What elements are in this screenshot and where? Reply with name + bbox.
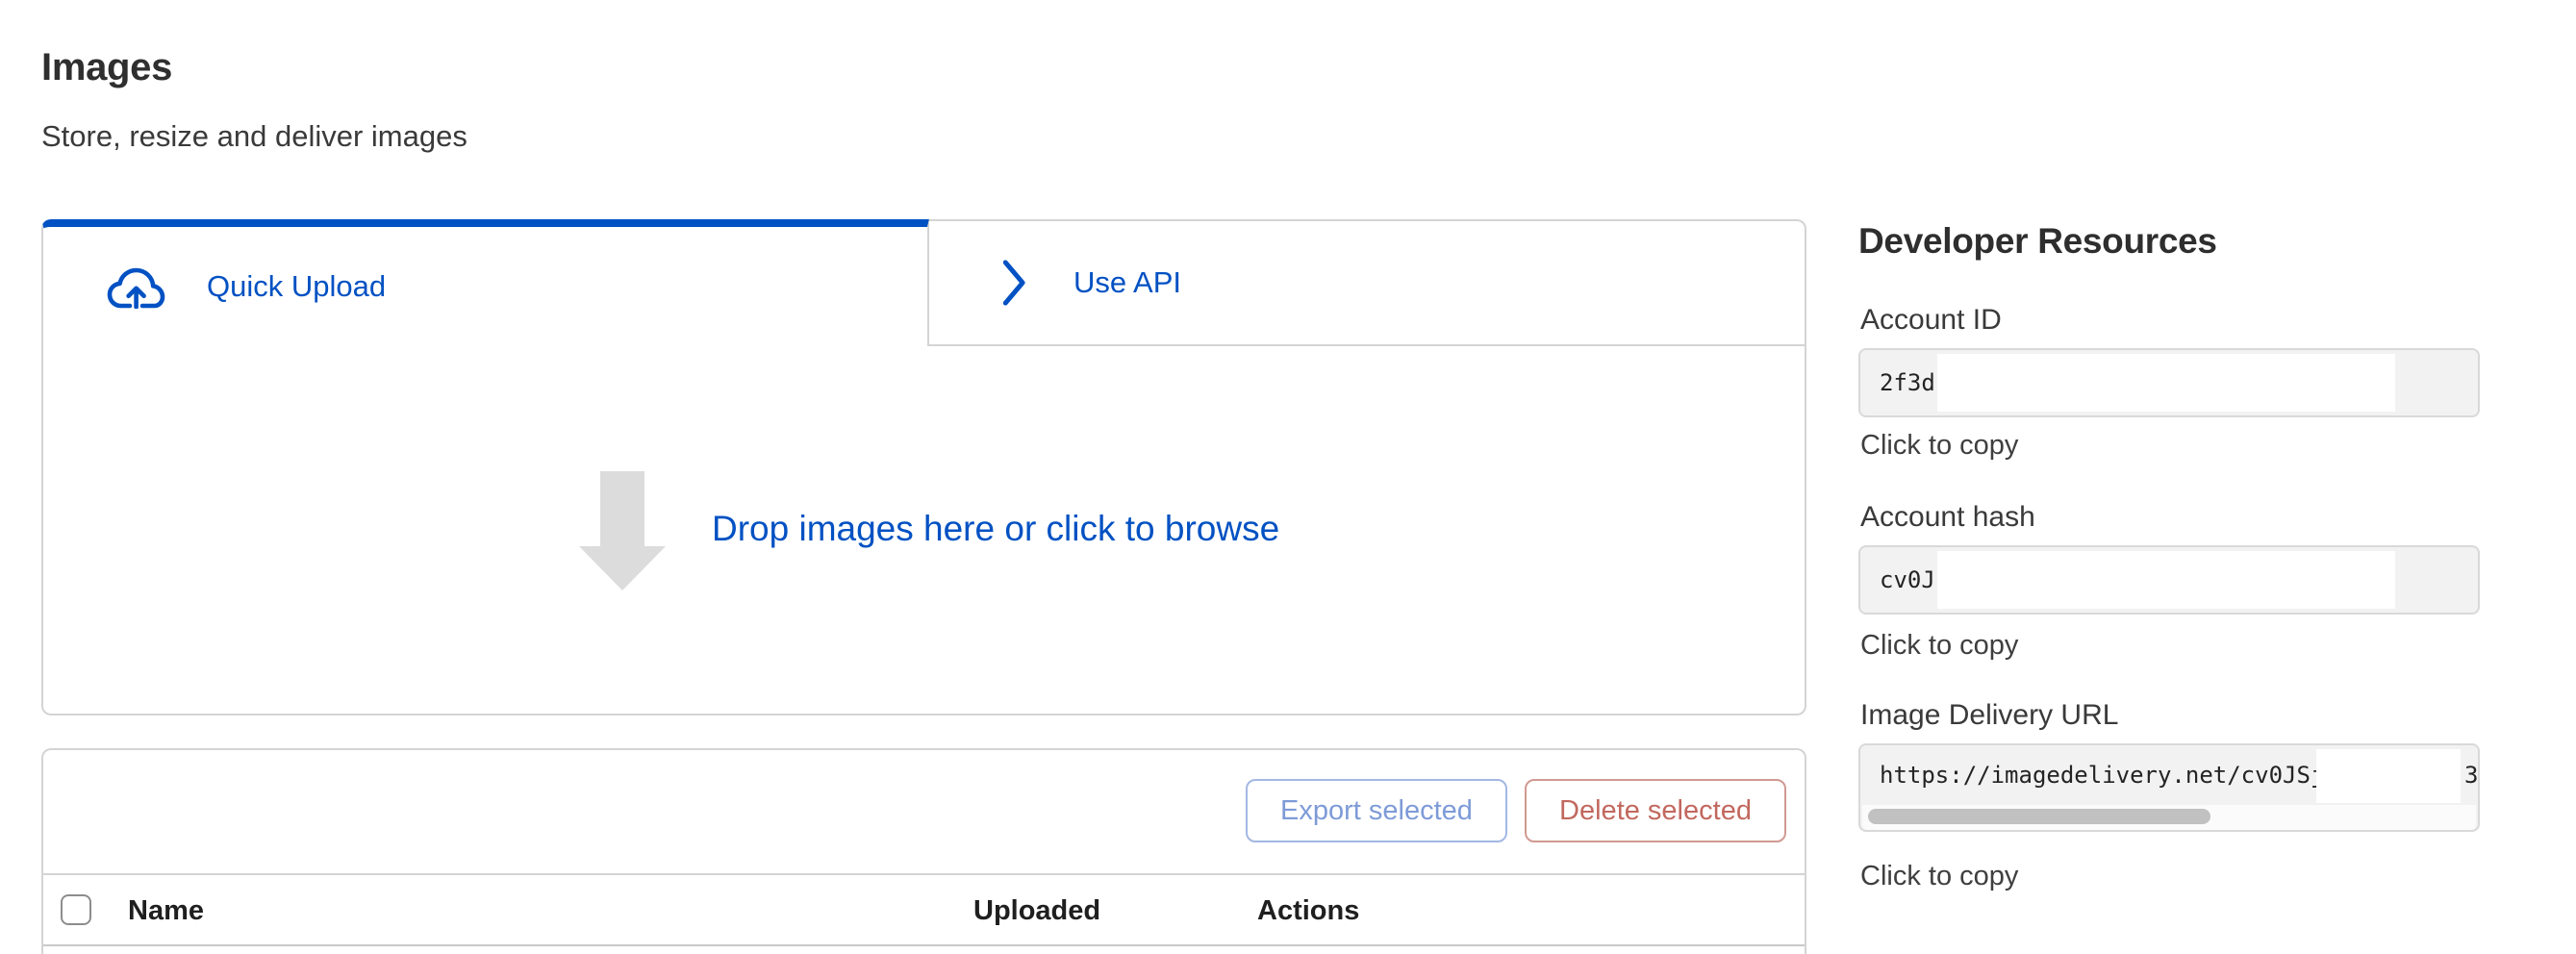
column-header-name: Name — [128, 894, 204, 927]
column-header-uploaded: Uploaded — [973, 894, 1100, 927]
image-delivery-url-label: Image Delivery URL — [1860, 699, 2118, 732]
account-hash-value: cv0J — [1880, 566, 1935, 593]
images-dashboard-page: Images Store, resize and deliver images … — [0, 0, 2576, 954]
delete-selected-button[interactable]: Delete selected — [1525, 779, 1786, 842]
images-table-card: Export selected Delete selected Name Upl… — [41, 748, 1806, 954]
tab-use-api[interactable]: Use API — [929, 219, 1806, 346]
url-scrollbar-thumb[interactable] — [1868, 809, 2210, 824]
table-header-row: Name Uploaded Actions — [43, 875, 1805, 946]
image-delivery-url-redaction-overlay — [2316, 749, 2461, 803]
account-id-copy-hint: Click to copy — [1860, 430, 2018, 462]
image-delivery-url-field[interactable]: https://imagedelivery.net/cv0JSj 3 — [1858, 743, 2480, 832]
export-selected-button[interactable]: Export selected — [1246, 779, 1507, 842]
image-dropzone[interactable]: Drop images here or click to browse — [41, 346, 1806, 716]
cloud-upload-icon — [105, 264, 168, 309]
tab-use-api-label: Use API — [1073, 265, 1181, 300]
developer-resources-title: Developer Resources — [1858, 221, 2217, 262]
select-all-checkbox[interactable] — [61, 894, 91, 925]
arrow-down-head — [579, 546, 666, 590]
dropzone-label: Drop images here or click to browse — [712, 508, 1279, 550]
page-subtitle: Store, resize and deliver images — [41, 119, 467, 154]
page-title: Images — [41, 46, 172, 89]
account-hash-redaction-overlay — [1937, 551, 2395, 609]
account-id-field[interactable]: 2f3d — [1858, 348, 2480, 417]
table-toolbar: Export selected Delete selected — [43, 750, 1805, 875]
chevron-right-icon — [1000, 258, 1029, 308]
tab-quick-upload[interactable]: Quick Upload — [41, 219, 929, 346]
column-header-actions: Actions — [1257, 894, 1359, 927]
account-id-label: Account ID — [1860, 304, 2002, 337]
arrow-down-icon — [579, 471, 666, 590]
upload-tabs: Quick Upload Use API — [41, 219, 1806, 346]
image-delivery-url-copy-hint: Click to copy — [1860, 861, 2018, 892]
arrow-down-stem — [600, 471, 644, 546]
image-delivery-url-value: https://imagedelivery.net/cv0JSj — [1880, 762, 2324, 789]
account-id-redaction-overlay — [1937, 354, 2395, 412]
account-hash-copy-hint: Click to copy — [1860, 630, 2018, 662]
account-hash-field[interactable]: cv0J — [1858, 545, 2480, 615]
account-hash-label: Account hash — [1860, 501, 2035, 534]
account-id-value: 2f3d — [1880, 369, 1935, 396]
image-delivery-url-tail: 3 — [2464, 762, 2478, 789]
developer-resources-panel: Developer Resources Account ID 2f3d Clic… — [1858, 219, 2480, 954]
tab-quick-upload-label: Quick Upload — [207, 269, 386, 304]
